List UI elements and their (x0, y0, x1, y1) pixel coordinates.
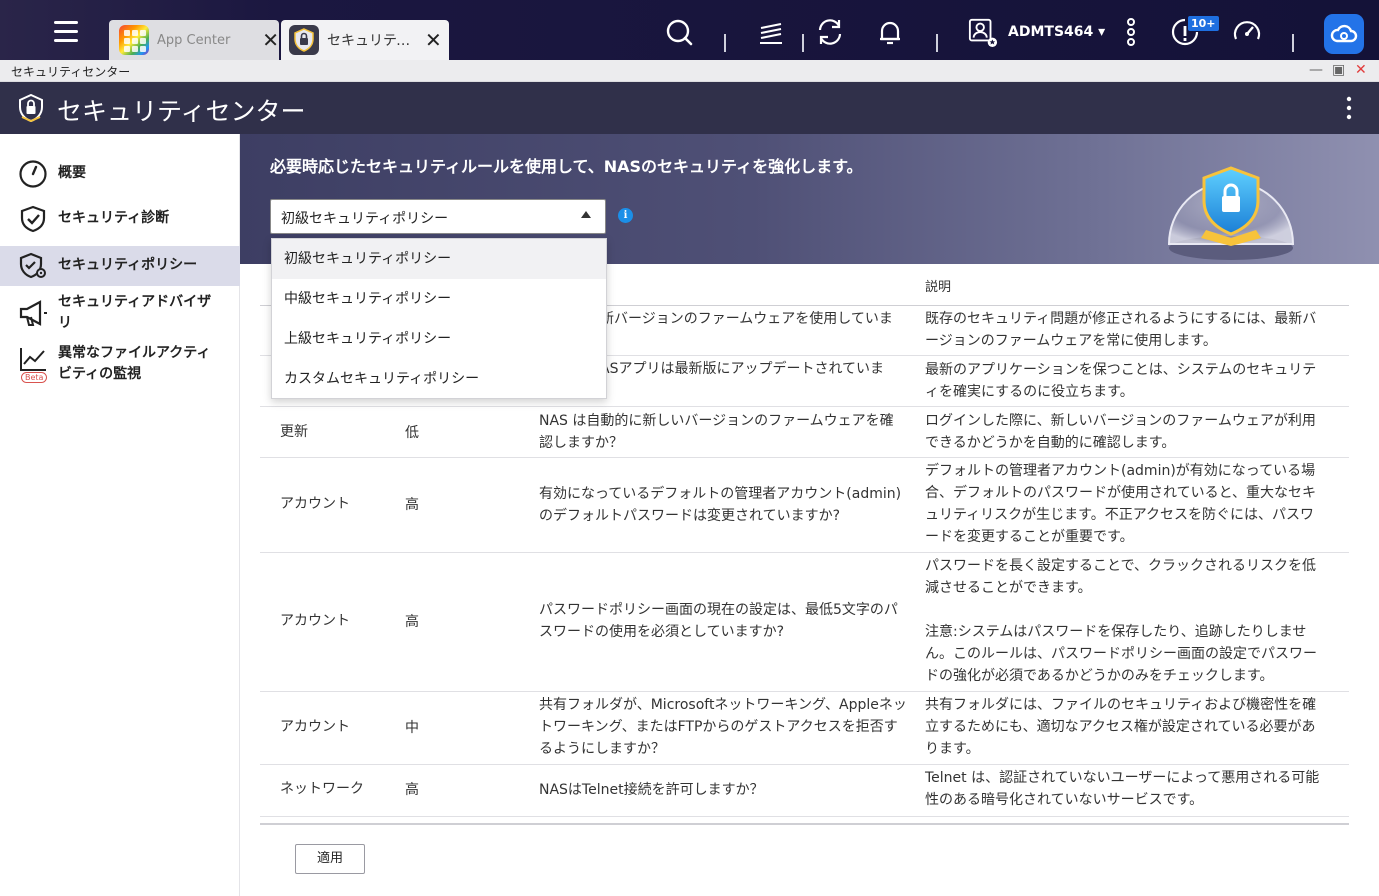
gauge-icon (19, 160, 47, 188)
sidebar-item-label: セキュリティアドバイザリ (58, 294, 212, 331)
dropdown-option-advanced[interactable]: 上級セキュリティポリシー (272, 319, 606, 359)
chevron-up-icon (581, 211, 591, 218)
app-center-icon (119, 25, 149, 55)
policy-dropdown-menu: 初級セキュリティポリシー 中級セキュリティポリシー 上級セキュリティポリシー カ… (271, 238, 607, 399)
severity-cell: 低 (405, 425, 419, 441)
cloud-icon (1330, 24, 1358, 43)
tab-label: App Center (157, 32, 231, 48)
severity-cell: 高 (405, 497, 419, 513)
shield-check-icon (20, 205, 46, 233)
tab-app-center[interactable]: App Center ✕ (109, 20, 279, 60)
category-cell: アカウント (280, 613, 350, 629)
divider (1292, 34, 1294, 52)
search-icon[interactable] (664, 17, 694, 47)
megaphone-icon (19, 300, 47, 326)
window-titlebar[interactable]: セキュリティセンター — ▣ ✕ (0, 60, 1379, 82)
question-cell: ASアプリは最新版にアップデートされていま (600, 361, 885, 377)
maximize-button[interactable]: ▣ (1332, 62, 1345, 78)
table-row[interactable]: 更新 低 NAS は自動的に新しいバージョンのファームウェアを確認しますか？ ロ… (260, 407, 1349, 458)
description-cell: 最新のアプリケーションを保つことは、システムのセキュリティを確実にするのに役立ち… (925, 362, 1317, 400)
category-cell: アカウント (280, 496, 350, 512)
divider (260, 823, 1349, 825)
question-cell: 新バージョンのファームウェアを使用していま (600, 311, 893, 327)
more-vertical-icon[interactable] (1118, 17, 1144, 47)
shield-illustration-icon (1167, 166, 1295, 260)
question-cell: パスワードポリシー画面の現在の設定は、最低5文字のパスワードの使用を必須としてい… (539, 602, 898, 640)
tab-security-center[interactable]: セキュリティセンター ✕ (281, 20, 449, 60)
notification-badge: 10+ (1188, 16, 1219, 31)
question-cell: NASはTelnet接続を許可しますか？ (539, 782, 764, 798)
description-cell: デフォルトの管理者アカウント(admin)が有効になっている場合、デフォルトのパ… (925, 463, 1317, 545)
user-menu[interactable]: ADMTS464 ▾ (1008, 24, 1105, 40)
taskbar: App Center ✕ セキュリティセンター ✕ (0, 0, 1379, 60)
divider (936, 34, 938, 52)
question-cell: 有効になっているデフォルトの管理者アカウント(admin)のデフォルトパスワード… (539, 486, 902, 524)
sidebar-item-security-checkup[interactable]: セキュリティ診断 (0, 199, 240, 239)
dropdown-option-intermediate[interactable]: 中級セキュリティポリシー (272, 279, 606, 319)
dropdown-option-basic[interactable]: 初級セキュリティポリシー (272, 239, 606, 279)
minimize-button[interactable]: — (1309, 62, 1323, 78)
description-cell: パスワードを長く設定することで、クラックされるリスクを低減させることができます。 (925, 558, 1317, 596)
category-cell: 更新 (280, 424, 308, 440)
divider (724, 34, 726, 52)
dashboard-gauge-icon[interactable] (1232, 17, 1262, 47)
sidebar-item-label: 異常なファイルアクティ ビティの監視 (58, 345, 211, 382)
sidebar-item-security-advisory[interactable]: セキュリティアドバイザリ (0, 290, 240, 338)
apply-button[interactable]: 適用 (295, 844, 365, 874)
app-title: セキュリティセンター (57, 97, 306, 126)
sidebar-item-label: セキュリティ診断 (58, 210, 170, 226)
sidebar-item-overview[interactable]: 概要 (0, 154, 240, 194)
app-header: セキュリティセンター (0, 82, 1379, 134)
tab-close-icon[interactable]: ✕ (262, 30, 279, 50)
user-avatar-icon[interactable] (968, 17, 998, 47)
divider (802, 34, 804, 52)
bell-icon[interactable] (875, 17, 905, 47)
severity-cell: 中 (405, 720, 419, 736)
description-cell: ログインした際に、新しいバージョンのファームウェアが利用できるかどうかを自動的に… (925, 413, 1316, 451)
table-row[interactable]: ネットワーク 高 NASはTelnet接続を許可しますか？ Telnet は、認… (260, 765, 1349, 817)
dropdown-option-custom[interactable]: カスタムセキュリティポリシー (272, 359, 606, 399)
question-cell: 共有フォルダが、Microsoftネットワーキング、Appleネットワーキング、… (539, 697, 907, 757)
beta-badge: Beta (21, 372, 48, 383)
severity-cell: 高 (405, 614, 419, 630)
main-menu-button[interactable] (50, 16, 84, 46)
description-note-cell: 注意:システムはパスワードを保存したり、追跡したりしません。このルールは、パスワ… (925, 624, 1317, 684)
sidebar-item-security-policy[interactable]: セキュリティポリシー (0, 246, 240, 286)
column-header-description: 説明 (925, 280, 952, 295)
shield-lock-icon (19, 94, 43, 122)
severity-cell: 高 (405, 782, 419, 798)
table-row[interactable]: アカウント 中 共有フォルダが、Microsoftネットワーキング、Appleネ… (260, 692, 1349, 765)
table-row[interactable]: アカウント 高 パスワードポリシー画面の現在の設定は、最低5文字のパスワードの使… (260, 553, 1349, 692)
security-center-app-icon (289, 25, 319, 55)
description-cell: 共有フォルダには、ファイルのセキュリティおよび機密性を確立するためにも、適切なア… (925, 697, 1317, 757)
category-cell: アカウント (280, 719, 350, 735)
table-row[interactable]: アカウント 高 有効になっているデフォルトの管理者アカウント(admin)のデフ… (260, 458, 1349, 553)
policy-level-select[interactable]: 初級セキュリティポリシー (270, 199, 606, 234)
tab-close-icon[interactable]: ✕ (425, 30, 442, 50)
category-cell: ネットワーク (280, 781, 364, 797)
shield-gear-icon (19, 252, 46, 279)
app-menu-icon[interactable] (1345, 96, 1353, 120)
select-value: 初級セキュリティポリシー (281, 211, 449, 227)
description-cell: 既存のセキュリティ問題が修正されるようにするには、最新バージョンのファームウェア… (925, 311, 1317, 349)
question-cell: NAS は自動的に新しいバージョンのファームウェアを確認しますか？ (539, 413, 894, 451)
tab-label: セキュリティセンター (327, 33, 419, 49)
chart-line-icon (20, 348, 46, 371)
info-icon[interactable]: i (618, 208, 633, 223)
description-cell: Telnet は、認証されていないユーザーによって悪用される可能性のある暗号化さ… (925, 770, 1320, 808)
sidebar-item-label: 概要 (58, 165, 86, 181)
sync-icon[interactable] (815, 17, 845, 47)
myqnapcloud-button[interactable] (1324, 14, 1364, 54)
banner-description: 必要時応じたセキュリティルールを使用して、NASのセキュリティを強化します。 (270, 157, 863, 176)
event-log-icon[interactable] (756, 17, 786, 47)
sidebar-item-label: セキュリティポリシー (58, 257, 198, 273)
window-title: セキュリティセンター (11, 65, 131, 79)
close-button[interactable]: ✕ (1355, 62, 1367, 78)
